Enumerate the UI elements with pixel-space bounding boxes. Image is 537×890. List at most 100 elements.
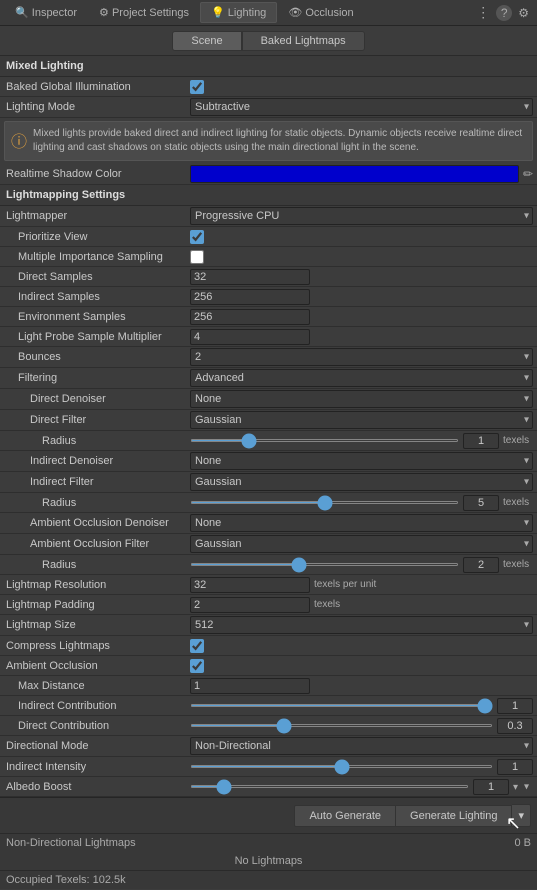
direct-radius-input[interactable] [463, 433, 499, 449]
direct-contribution-label: Direct Contribution [0, 720, 190, 732]
environment-samples-input[interactable] [190, 309, 310, 325]
indirect-contribution-input[interactable] [497, 698, 533, 714]
environment-samples-value [190, 309, 537, 325]
generate-lighting-button[interactable]: Generate Lighting [396, 805, 512, 827]
ao-filter-dropdown[interactable]: None Gaussian A-Trous [190, 535, 533, 553]
light-probe-input[interactable] [190, 329, 310, 345]
direct-denoiser-value: None Optix OpenImage [190, 390, 537, 408]
tab-occlusion[interactable]: 👁 Occlusion [277, 2, 364, 23]
light-probe-value [190, 329, 537, 345]
baked-gi-checkbox[interactable] [190, 80, 204, 94]
direct-contribution-slider[interactable] [190, 724, 493, 727]
ao-filter-label: Ambient Occlusion Filter [0, 538, 190, 550]
overflow-icon[interactable]: ⋮ [476, 4, 490, 21]
max-distance-input[interactable] [190, 678, 310, 694]
prioritize-view-label: Prioritize View [0, 231, 190, 243]
ao-denoiser-row: Ambient Occlusion Denoiser None Optix Op… [0, 513, 537, 534]
filtering-label: Filtering [0, 372, 190, 384]
sub-tab-scene[interactable]: Scene [172, 31, 241, 51]
lightmap-padding-label: Lightmap Padding [0, 599, 190, 611]
ao-radius-slider[interactable] [190, 563, 459, 566]
lightmap-resolution-input[interactable] [190, 577, 310, 593]
directional-mode-dropdown[interactable]: Non-Directional Directional [190, 737, 533, 755]
direct-contribution-input[interactable] [497, 718, 533, 734]
bounces-dropdown-wrap: 1 2 3 4 [190, 348, 533, 366]
indirect-samples-value [190, 289, 537, 305]
filtering-dropdown[interactable]: None Auto Advanced [190, 369, 533, 387]
indirect-radius-row: Radius texels [0, 493, 537, 513]
shadow-color-swatch[interactable] [190, 165, 519, 183]
ambient-occlusion-checkbox[interactable] [190, 659, 204, 673]
tab-project-settings[interactable]: ⚙ Project Settings [88, 2, 200, 23]
bounces-dropdown[interactable]: 1 2 3 4 [190, 348, 533, 366]
direct-radius-slider[interactable] [190, 439, 459, 442]
tab-inspector[interactable]: 🔍 Inspector [4, 2, 88, 23]
info-text: Mixed lights provide baked direct and in… [33, 127, 526, 155]
direct-samples-label: Direct Samples [0, 271, 190, 283]
indirect-intensity-value [190, 759, 537, 775]
lightmapper-dropdown[interactable]: Progressive CPU Progressive GPU Enlighte… [190, 207, 533, 225]
lighting-icon: 💡 [211, 7, 225, 19]
indirect-denoiser-dropdown-wrap: None Optix OpenImage [190, 452, 533, 470]
ao-radius-value: texels [190, 557, 537, 573]
multiple-importance-checkbox[interactable] [190, 250, 204, 264]
ambient-occlusion-label: Ambient Occlusion [0, 660, 190, 672]
lightmap-resolution-unit: texels per unit [314, 579, 376, 590]
ao-denoiser-value: None Optix OpenImage [190, 514, 537, 532]
direct-filter-dropdown[interactable]: None Gaussian A-Trous [190, 411, 533, 429]
ao-denoiser-dropdown[interactable]: None Optix OpenImage [190, 514, 533, 532]
lightmap-resolution-value: texels per unit [190, 577, 537, 593]
direct-samples-input[interactable] [190, 269, 310, 285]
albedo-boost-input[interactable] [473, 779, 509, 795]
direct-radius-row: Radius texels [0, 431, 537, 451]
direct-samples-value [190, 269, 537, 285]
max-distance-row: Max Distance [0, 676, 537, 696]
direct-filter-value: None Gaussian A-Trous [190, 411, 537, 429]
indirect-samples-input[interactable] [190, 289, 310, 305]
indirect-radius-slider[interactable] [190, 501, 459, 504]
lightmap-padding-unit: texels [314, 599, 340, 610]
ao-filter-value: None Gaussian A-Trous [190, 535, 537, 553]
direct-radius-value: texels [190, 433, 537, 449]
indirect-intensity-input[interactable] [497, 759, 533, 775]
project-settings-icon: ⚙ [99, 7, 109, 19]
settings-icon[interactable]: ⚙ [518, 6, 529, 20]
lightmap-resolution-label: Lightmap Resolution [0, 579, 190, 591]
occlusion-icon: 👁 [288, 7, 302, 19]
compress-value [190, 639, 537, 653]
help-icon[interactable]: ? [496, 5, 512, 21]
ao-radius-input[interactable] [463, 557, 499, 573]
direct-contribution-slider-wrap [190, 718, 533, 734]
lighting-mode-dropdown[interactable]: Subtractive Baked Indirect Shadowmask [190, 98, 533, 116]
lightmap-size-dropdown[interactable]: 256 512 1024 2048 4096 [190, 616, 533, 634]
directional-mode-row: Directional Mode Non-Directional Directi… [0, 736, 537, 757]
indirect-radius-label: Radius [0, 497, 190, 509]
lightmap-padding-input[interactable] [190, 597, 310, 613]
indirect-filter-dropdown[interactable]: None Gaussian A-Trous [190, 473, 533, 491]
indirect-denoiser-value: None Optix OpenImage [190, 452, 537, 470]
inspector-icon: 🔍 [15, 7, 29, 19]
albedo-boost-row: Albedo Boost ▾ [0, 777, 537, 797]
indirect-denoiser-dropdown[interactable]: None Optix OpenImage [190, 452, 533, 470]
direct-radius-unit: texels [503, 435, 533, 446]
prioritize-view-checkbox[interactable] [190, 230, 204, 244]
ao-filter-dropdown-wrap: None Gaussian A-Trous [190, 535, 533, 553]
generate-lighting-dropdown-button[interactable]: ▾ [512, 804, 531, 827]
albedo-boost-slider[interactable] [190, 785, 469, 788]
color-picker-icon[interactable]: ✏ [523, 167, 533, 181]
bounces-row: Bounces 1 2 3 4 [0, 347, 537, 368]
indirect-radius-input[interactable] [463, 495, 499, 511]
lighting-mode-label: Lighting Mode [0, 101, 190, 113]
ambient-occlusion-row: Ambient Occlusion [0, 656, 537, 676]
direct-denoiser-dropdown[interactable]: None Optix OpenImage [190, 390, 533, 408]
compress-checkbox[interactable] [190, 639, 204, 653]
max-distance-value [190, 678, 537, 694]
sub-tab-baked-lightmaps[interactable]: Baked Lightmaps [242, 31, 365, 51]
indirect-radius-unit: texels [503, 497, 533, 508]
indirect-contribution-slider-wrap [190, 698, 533, 714]
indirect-contribution-slider[interactable] [190, 704, 493, 707]
multiple-importance-value [190, 250, 537, 264]
auto-generate-button[interactable]: Auto Generate [294, 805, 396, 827]
indirect-intensity-slider[interactable] [190, 765, 493, 768]
tab-lighting[interactable]: 💡 Lighting [200, 2, 277, 23]
